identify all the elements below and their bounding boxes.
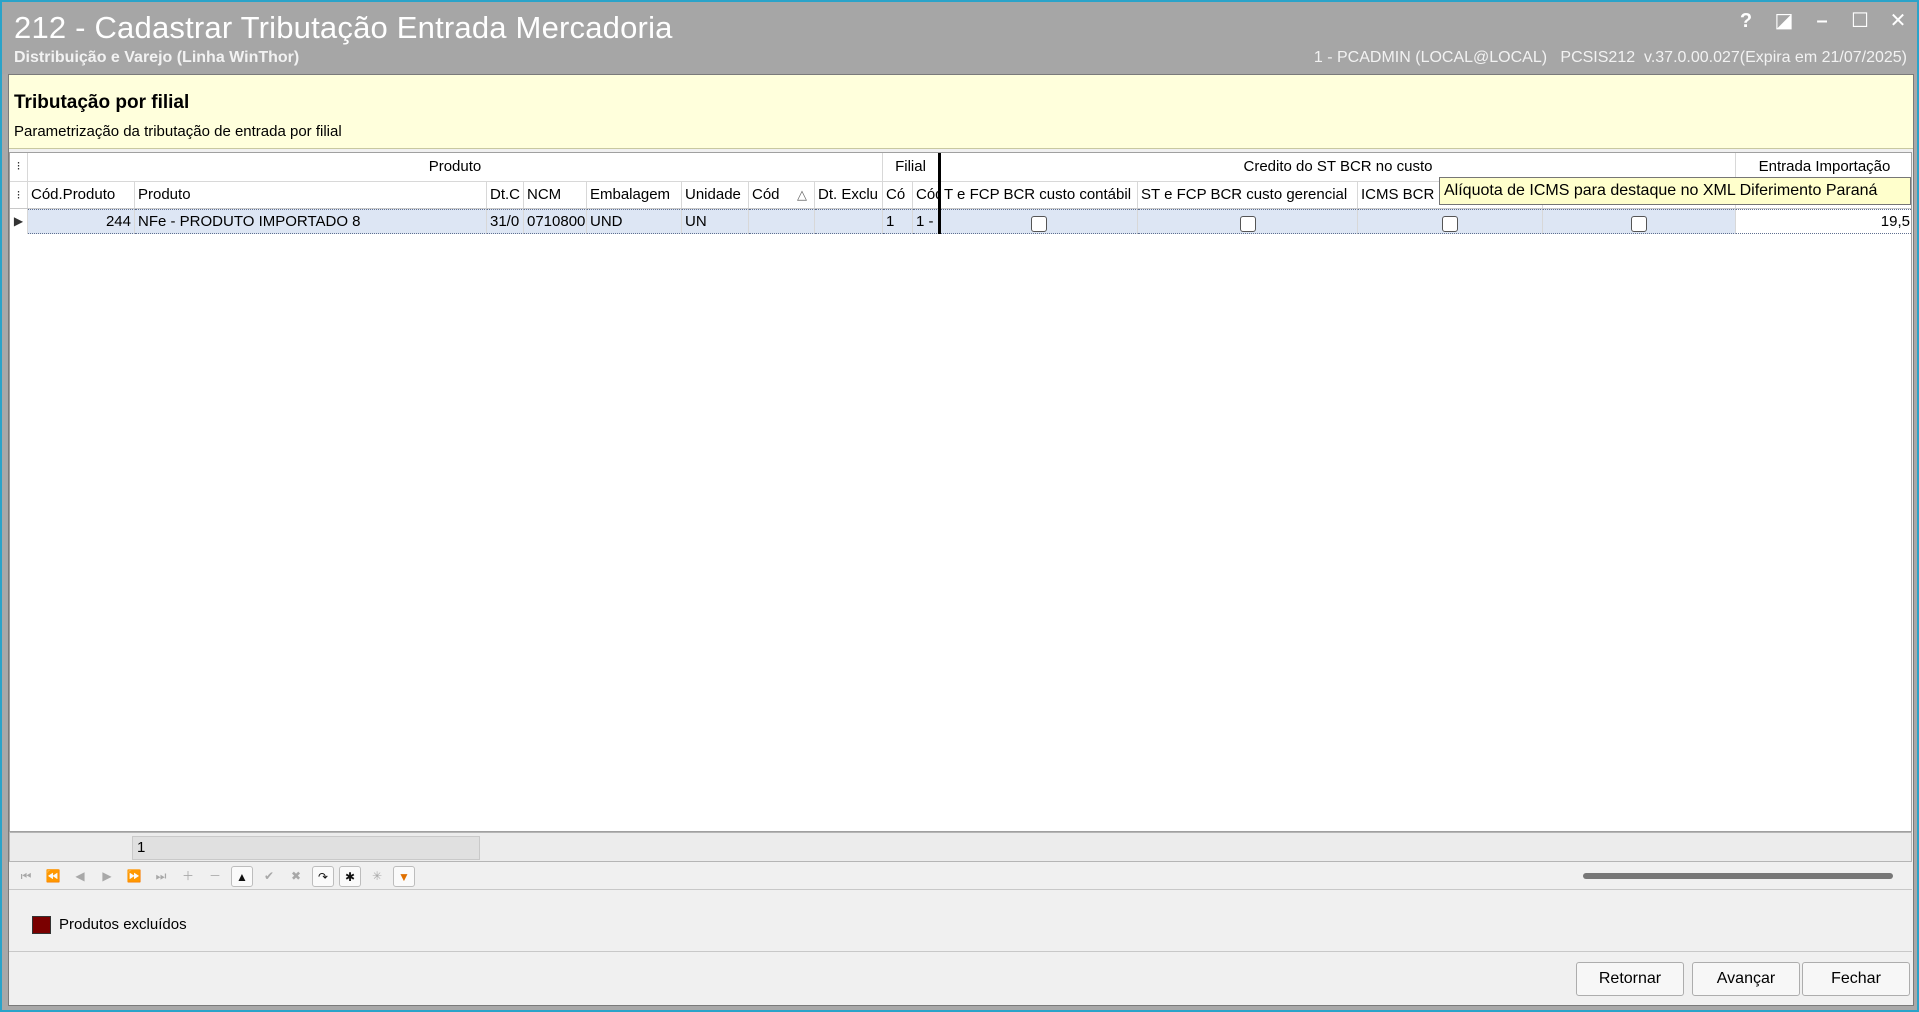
cell-embalagem[interactable]: UND <box>587 209 682 234</box>
action-bar: Retornar Avançar Fechar <box>9 953 1912 1003</box>
extra-checkbox[interactable] <box>1631 215 1647 232</box>
grid-footer: 1 <box>9 832 1912 862</box>
main-content: Tributação por filial Parametrização da … <box>8 74 1914 1006</box>
window-controls: ? ◪ – ☐ ✕ <box>1735 10 1909 32</box>
next-page-icon[interactable]: ⏩ <box>123 866 145 887</box>
cell-unidade[interactable]: UN <box>682 209 749 234</box>
maximize-icon[interactable]: ☐ <box>1849 10 1871 32</box>
row-indicator-icon: ▶ <box>10 209 28 234</box>
icms-bcr-checkbox[interactable] <box>1442 215 1458 232</box>
col-cod[interactable]: Cód △ <box>749 182 815 208</box>
user-info: 1 - PCADMIN (LOCAL@LOCAL) PCSIS212 v.37.… <box>1313 49 1907 66</box>
prev-record-icon[interactable]: ◀ <box>69 866 91 887</box>
cell-filial-cod2[interactable]: 1 - <box>913 209 939 234</box>
col-embalagem[interactable]: Embalagem <box>587 182 682 208</box>
hint-title: Tributação por filial <box>14 92 190 113</box>
col-filial-cod1[interactable]: Có <box>883 182 913 208</box>
horizontal-scrollbar[interactable] <box>1583 873 1893 879</box>
filter-icon[interactable]: ▼ <box>393 866 415 887</box>
cell-ncm[interactable]: 0710800 <box>524 209 587 234</box>
cell-st-fcp-contabil <box>941 209 1138 234</box>
next-record-icon[interactable]: ▶ <box>96 866 118 887</box>
col-cod-produto[interactable]: Cód.Produto <box>28 182 135 208</box>
delete-icon[interactable]: － <box>204 866 226 887</box>
st-fcp-contabil-checkbox[interactable] <box>1031 215 1047 232</box>
band-grip-icon[interactable]: ⁝ <box>10 153 28 181</box>
window-subtitle: Distribuição e Varejo (Linha WinThor) <box>14 49 300 66</box>
refresh-icon[interactable]: ↷ <box>312 866 334 887</box>
cell-dt-excl[interactable] <box>815 209 883 234</box>
table-row[interactable]: ▶ 244 NFe - PRODUTO IMPORTADO 8 31/0 071… <box>10 209 1911 234</box>
band-produto[interactable]: Produto <box>28 153 883 181</box>
frozen-column-separator <box>938 153 941 234</box>
record-count: 1 <box>132 836 480 860</box>
cancel-icon[interactable]: ✖ <box>285 866 307 887</box>
help-icon[interactable]: ? <box>1735 10 1757 32</box>
col-cod-label: Cód <box>752 186 780 203</box>
cell-extra <box>1543 209 1736 234</box>
column-grip-icon[interactable]: ⁝ <box>10 182 28 208</box>
cell-st-fcp-gerencial <box>1138 209 1358 234</box>
hint-description: Parametrização da tributação de entrada … <box>14 123 342 140</box>
legend-panel: Produtos excluídos <box>9 890 1912 952</box>
col-dt-excl[interactable]: Dt. Exclu <box>815 182 883 208</box>
col-st-fcp-contabil[interactable]: T e FCP BCR custo contábil <box>941 182 1138 208</box>
back-button[interactable]: Retornar <box>1576 962 1684 996</box>
band-filial[interactable]: Filial <box>883 153 939 181</box>
col-unidade[interactable]: Unidade <box>682 182 749 208</box>
app-window: 212 - Cadastrar Tributação Entrada Merca… <box>0 0 1919 1012</box>
navigator-bar: ⏮ ⏪ ◀ ▶ ⏩ ⏭ ＋ － ▲ ✔ ✖ ↷ ✱ ✳ ▼ <box>9 862 1912 890</box>
window-title: 212 - Cadastrar Tributação Entrada Merca… <box>14 10 673 45</box>
save-bookmark-icon[interactable]: ✱ <box>339 866 361 887</box>
col-filial-cod2[interactable]: Cód <box>913 182 939 208</box>
col-st-fcp-gerencial[interactable]: ST e FCP BCR custo gerencial <box>1138 182 1358 208</box>
goto-bookmark-icon[interactable]: ✳ <box>366 866 388 887</box>
column-tooltip: Alíquota de ICMS para destaque no XML Di… <box>1439 177 1911 205</box>
close-button[interactable]: Fechar <box>1802 962 1910 996</box>
col-produto[interactable]: Produto <box>135 182 487 208</box>
post-icon[interactable]: ✔ <box>258 866 280 887</box>
tax-grid[interactable]: ⁝ Produto Filial Credito do ST BCR no cu… <box>9 152 1912 832</box>
last-page-icon[interactable]: ⏭ <box>150 866 172 887</box>
col-ncm[interactable]: NCM <box>524 182 587 208</box>
cell-produto[interactable]: NFe - PRODUTO IMPORTADO 8 <box>135 209 487 234</box>
excluded-legend-label: Produtos excluídos <box>59 916 187 933</box>
first-page-icon[interactable]: ⏮ <box>15 866 37 887</box>
excluded-color-swatch <box>32 916 51 934</box>
cell-cod[interactable] <box>749 209 815 234</box>
cell-cod-produto[interactable]: 244 <box>28 209 135 234</box>
cell-dt-c[interactable]: 31/0 <box>487 209 524 234</box>
title-bar: 212 - Cadastrar Tributação Entrada Merca… <box>2 2 1917 74</box>
col-dt-c[interactable]: Dt.C <box>487 182 524 208</box>
restore-layout-icon[interactable]: ◪ <box>1773 10 1795 32</box>
hint-panel: Tributação por filial Parametrização da … <box>9 75 1913 149</box>
st-fcp-gerencial-checkbox[interactable] <box>1239 215 1256 232</box>
prev-page-icon[interactable]: ⏪ <box>42 866 64 887</box>
close-icon[interactable]: ✕ <box>1887 10 1909 32</box>
cell-entrada-importacao[interactable]: 19,5 <box>1736 209 1911 234</box>
cell-filial-cod1[interactable]: 1 <box>883 209 913 234</box>
edit-icon[interactable]: ▲ <box>231 866 253 887</box>
insert-icon[interactable]: ＋ <box>177 866 199 887</box>
minimize-icon[interactable]: – <box>1811 10 1833 32</box>
cell-icms-bcr <box>1358 209 1543 234</box>
sort-asc-icon: △ <box>797 187 807 202</box>
next-button[interactable]: Avançar <box>1692 962 1800 996</box>
